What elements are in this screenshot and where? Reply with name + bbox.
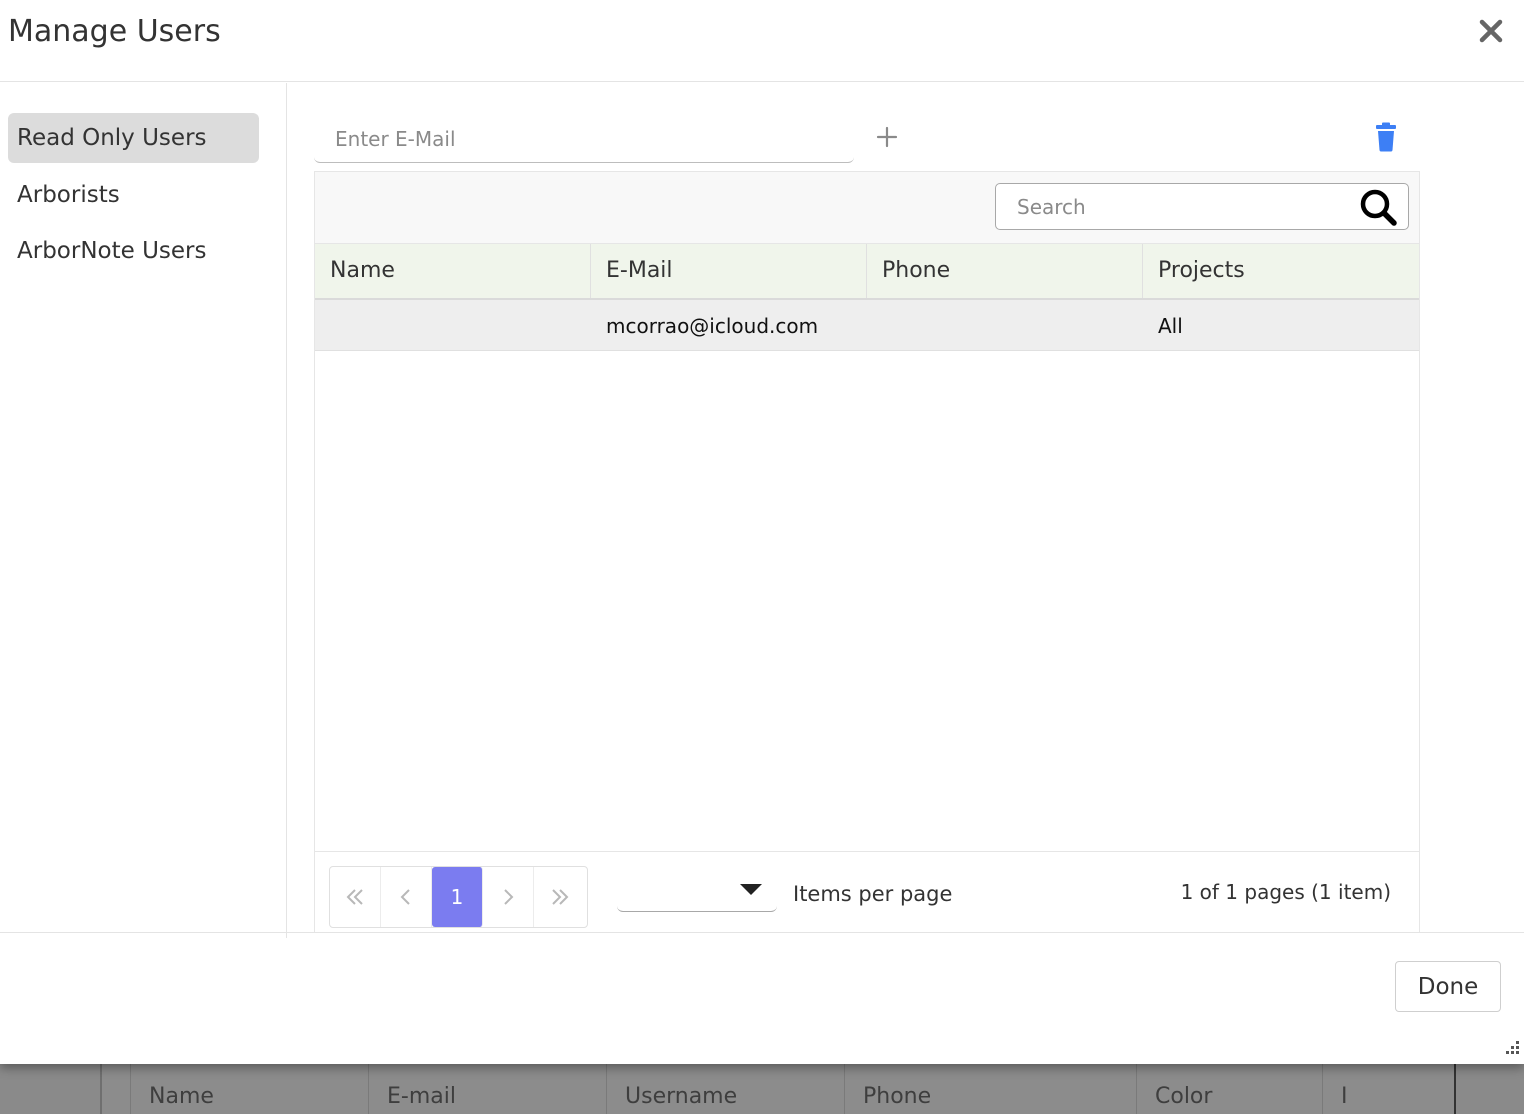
background-table-header: Name E-mail Username Phone Color I [130, 1064, 1430, 1114]
column-header-name[interactable]: Name [315, 244, 591, 298]
search-box [995, 183, 1409, 230]
dialog-title: Manage Users [8, 14, 221, 49]
items-per-page-select[interactable] [617, 872, 777, 912]
page-button-current[interactable]: 1 [432, 867, 483, 927]
pager: 1 Items per page 1 of 1 pages (1 item) [315, 851, 1419, 934]
search-input[interactable] [996, 184, 1346, 229]
first-page-icon[interactable] [330, 867, 381, 927]
table-header: Name E-Mail Phone Projects [315, 244, 1419, 300]
next-page-icon[interactable] [483, 867, 534, 927]
cell-name [315, 300, 591, 350]
previous-page-icon[interactable] [381, 867, 432, 927]
background-column-header: Username [606, 1064, 844, 1114]
sidebar-item-read-only-users[interactable]: Read Only Users [8, 113, 259, 163]
background-column-header: Name [130, 1064, 368, 1114]
grid-toolbar [315, 172, 1419, 244]
plus-icon[interactable] [872, 122, 902, 152]
cell-projects: All [1158, 314, 1183, 338]
cell-phone [867, 300, 1143, 350]
pager-buttons: 1 [329, 866, 588, 928]
column-header-phone[interactable]: Phone [867, 244, 1143, 298]
background-column-header: I [1322, 1064, 1422, 1114]
column-header-projects[interactable]: Projects [1143, 244, 1419, 298]
table-row[interactable]: mcorrao@icloud.com All [315, 300, 1419, 351]
cell-email: mcorrao@icloud.com [606, 314, 819, 338]
dialog-header: Manage Users [0, 0, 1524, 82]
last-page-icon[interactable] [534, 867, 585, 927]
done-button[interactable]: Done [1395, 961, 1501, 1012]
manage-users-dialog: Manage Users Read Only Users Arborists A… [0, 0, 1524, 1064]
search-icon[interactable] [1359, 188, 1399, 228]
resize-handle-icon[interactable] [1500, 1037, 1522, 1059]
dialog-footer: Done [0, 932, 1524, 1064]
users-grid: Name E-Mail Phone Projects mcorrao@iclou… [314, 171, 1420, 933]
column-header-email[interactable]: E-Mail [591, 244, 867, 298]
trash-icon[interactable] [1373, 122, 1399, 152]
background-column-header: Color [1136, 1064, 1322, 1114]
email-input[interactable] [314, 116, 854, 163]
items-per-page-label: Items per page [793, 882, 953, 906]
sidebar-item-arbornote-users[interactable]: ArborNote Users [8, 226, 259, 276]
background-column-header: Phone [844, 1064, 1136, 1114]
background-column-header: E-mail [368, 1064, 606, 1114]
sidebar-item-arborists[interactable]: Arborists [8, 170, 259, 220]
pager-info: 1 of 1 pages (1 item) [1180, 880, 1391, 904]
caret-down-icon [739, 882, 763, 896]
user-type-sidebar: Read Only Users Arborists ArborNote User… [0, 83, 287, 938]
close-icon[interactable] [1474, 14, 1508, 48]
